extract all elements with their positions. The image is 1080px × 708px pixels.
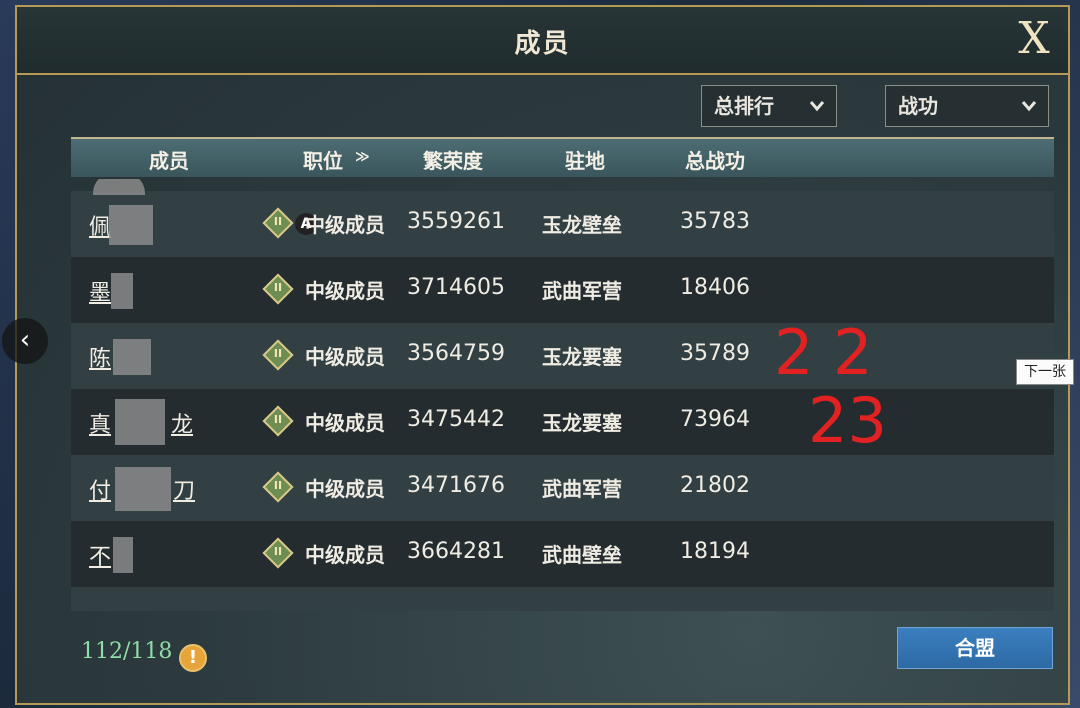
member-base: 武曲军营 (542, 477, 622, 501)
member-prosperity: 3714605 (407, 275, 505, 300)
header-prosperity[interactable]: 繁荣度 (423, 145, 483, 174)
header-member[interactable]: 成员 (149, 145, 189, 174)
member-list[interactable]: 佩 II A 中级成员 3559261 玉龙壁垒 35783 墨 II 中级成员… (71, 179, 1054, 611)
table-row[interactable]: 墨 II 中级成员 3714605 武曲军营 18406 (71, 257, 1054, 323)
table-row[interactable]: 不 II 中级成员 3664281 武曲壁垒 18194 (71, 521, 1054, 587)
member-role: 中级成员 (305, 213, 385, 237)
member-count: 112/118 (81, 639, 173, 664)
table-row[interactable]: 佩 II A 中级成员 3559261 玉龙壁垒 35783 (71, 179, 1054, 257)
ranking-dropdown[interactable]: 总排行 (701, 85, 837, 127)
members-panel: 成员 X 总排行 战功 成员 职位 ≫ 繁荣度 驻地 总战功 佩 II A 中级… (15, 5, 1070, 705)
chevron-down-icon (1020, 86, 1038, 139)
member-name[interactable]: 墨 (89, 275, 111, 307)
header-base[interactable]: 驻地 (565, 145, 605, 174)
redaction-blur (115, 399, 165, 445)
redaction-blur (109, 205, 153, 245)
member-prosperity: 3471676 (407, 473, 505, 498)
member-role: 中级成员 (305, 477, 385, 501)
member-merit: 18406 (680, 275, 750, 300)
member-base: 玉龙壁垒 (542, 213, 622, 237)
table-row[interactable]: 真 龙 II 中级成员 3475442 玉龙要塞 73964 (71, 389, 1054, 455)
ranking-dropdown-label: 总排行 (714, 94, 774, 118)
member-merit: 35783 (680, 209, 750, 234)
member-merit: 73964 (680, 407, 750, 432)
next-image-tooltip[interactable]: 下一张 (1016, 359, 1074, 385)
member-role: 中级成员 (305, 279, 385, 303)
warning-icon[interactable]: ! (179, 644, 207, 672)
member-name[interactable]: 付 (89, 473, 111, 505)
member-base: 武曲壁垒 (542, 543, 622, 567)
member-base: 武曲军营 (542, 279, 622, 303)
member-name[interactable]: 陈 (89, 341, 111, 373)
redaction-blur (113, 339, 151, 375)
member-name[interactable]: 不 (89, 539, 111, 571)
alliance-button[interactable]: 合盟 (897, 627, 1053, 669)
redaction-blur (113, 537, 133, 573)
member-merit: 18194 (680, 539, 750, 564)
member-base: 玉龙要塞 (542, 411, 622, 435)
redaction-blur (93, 179, 145, 195)
redaction-blur (111, 273, 133, 309)
member-base: 玉龙要塞 (542, 345, 622, 369)
close-icon[interactable]: X (1012, 15, 1056, 63)
rank-ii-icon: II (262, 405, 294, 437)
chevron-down-icon (808, 86, 826, 139)
member-prosperity: 3475442 (407, 407, 505, 432)
rank-ii-icon: II (262, 471, 294, 503)
sort-double-chevron-icon[interactable]: ≫ (355, 149, 370, 165)
member-merit: 21802 (680, 473, 750, 498)
rank-ii-icon: II (262, 273, 294, 305)
member-prosperity: 3559261 (407, 209, 505, 234)
table-row[interactable]: 陈 II 中级成员 3564759 玉龙要塞 35789 (71, 323, 1054, 389)
member-role: 中级成员 (305, 411, 385, 435)
member-name-suffix[interactable]: 刀 (173, 473, 195, 505)
previous-image-icon[interactable]: ‹ (2, 318, 48, 364)
header-merit[interactable]: 总战功 (685, 145, 745, 174)
title-bar: 成员 X (17, 7, 1068, 75)
window-title: 成员 (514, 29, 571, 59)
table-header: 成员 职位 ≫ 繁荣度 驻地 总战功 (71, 137, 1054, 177)
member-prosperity: 3564759 (407, 341, 505, 366)
member-name[interactable]: 佩 (89, 209, 111, 241)
table-row[interactable]: 付 刀 II 中级成员 3471676 武曲军营 21802 (71, 455, 1054, 521)
rank-ii-icon: II (262, 207, 294, 239)
sort-dropdown-label: 战功 (898, 94, 938, 118)
member-role: 中级成员 (305, 345, 385, 369)
sort-dropdown[interactable]: 战功 (885, 85, 1049, 127)
member-prosperity: 3664281 (407, 539, 505, 564)
redaction-blur (115, 467, 171, 511)
member-name-suffix[interactable]: 龙 (171, 407, 193, 439)
member-merit: 35789 (680, 341, 750, 366)
header-role[interactable]: 职位 (303, 145, 343, 174)
member-role: 中级成员 (305, 543, 385, 567)
table-row (71, 587, 1054, 611)
rank-ii-icon: II (262, 537, 294, 569)
member-name[interactable]: 真 (89, 407, 111, 439)
rank-ii-icon: II (262, 339, 294, 371)
